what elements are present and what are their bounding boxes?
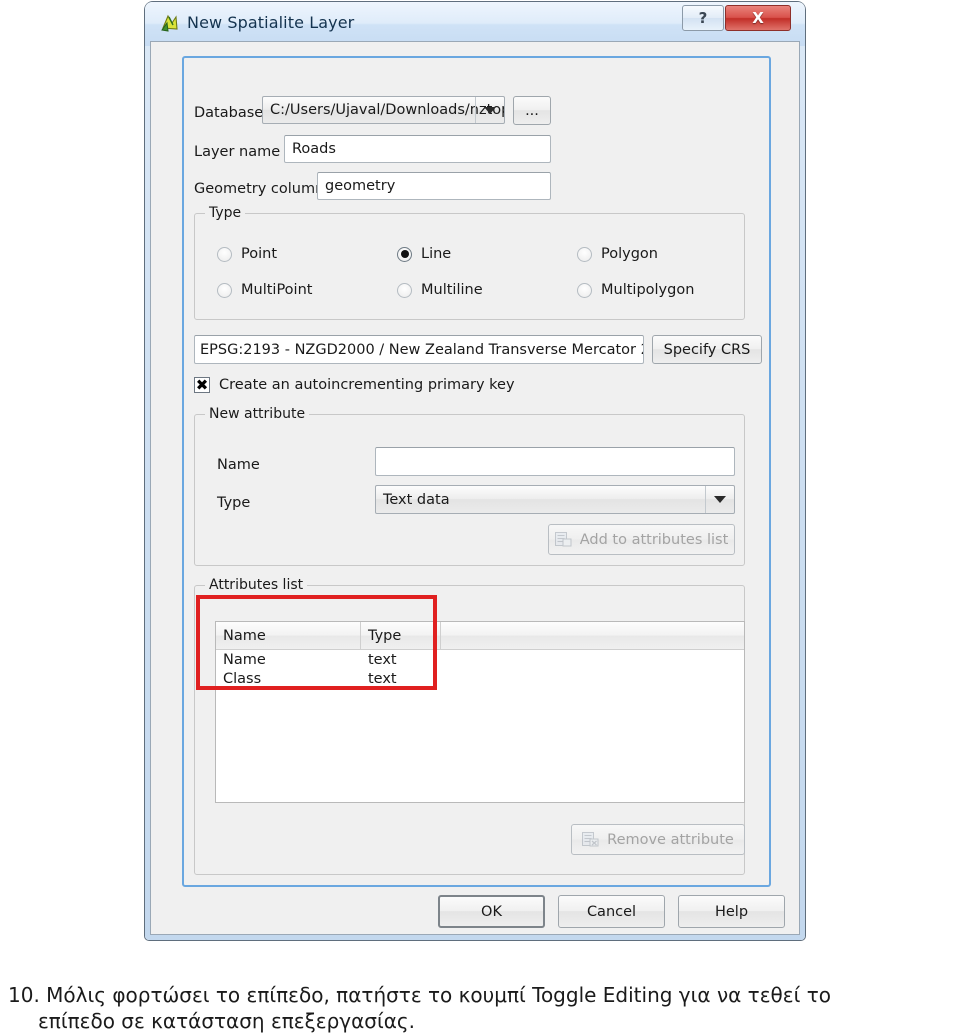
database-value: C:/Users/Ujaval/Downloads/nztopo.sqlite: [270, 102, 504, 118]
attributes-list-group: Attributes list Name Type Name text Clas…: [194, 577, 745, 875]
caption-number: 10.: [8, 983, 40, 1007]
column-header-name[interactable]: Name: [216, 622, 361, 649]
crs-display-field[interactable]: EPSG:2193 - NZGD2000 / New Zealand Trans…: [194, 335, 644, 364]
help-button[interactable]: Help: [678, 895, 785, 928]
caption-line-2: επίπεδο σε κατάσταση επεξεργασίας.: [38, 1008, 416, 1033]
radio-multipoint-label: MultiPoint: [241, 282, 313, 298]
new-attribute-group-title: New attribute: [205, 406, 310, 422]
layer-name-value: Roads: [292, 141, 336, 157]
dialog-title: New Spatialite Layer: [187, 13, 355, 32]
checkbox-box: ✖: [194, 375, 210, 394]
type-group-title: Type: [205, 205, 246, 221]
remove-attribute-icon: [582, 832, 599, 847]
dialog-body: Database C:/Users/Ujaval/Downloads/nztop…: [150, 41, 800, 935]
browse-database-button[interactable]: ...: [513, 96, 551, 125]
radio-polygon-row[interactable]: Polygon: [577, 246, 658, 262]
layer-name-label: Layer name: [194, 144, 281, 160]
attribute-type-label: Type: [217, 495, 251, 511]
radio-multipolygon-dot: [577, 282, 592, 298]
table-row[interactable]: Class text: [216, 669, 744, 688]
chevron-down-icon[interactable]: [475, 97, 504, 123]
radio-multipoint-row[interactable]: MultiPoint: [217, 282, 312, 298]
caption-line-1: Μόλις φορτώσει το επίπεδο, πατήστε το κο…: [46, 983, 831, 1007]
caption-text: 10. Μόλις φορτώσει το επίπεδο, πατήστε τ…: [8, 983, 952, 1034]
chevron-down-icon[interactable]: [705, 486, 734, 513]
attributes-table[interactable]: Name Type Name text Class text: [215, 621, 745, 803]
column-header-blank[interactable]: [441, 622, 744, 649]
remove-attribute-label: Remove attribute: [607, 831, 734, 848]
ok-button[interactable]: OK: [438, 895, 545, 928]
dialog-titlebar[interactable]: New Spatialite Layer ? X: [145, 2, 805, 46]
cell-type: text: [368, 670, 397, 687]
radio-multipoint-dot: [217, 282, 232, 298]
radio-multipolygon-row[interactable]: Multipolygon: [577, 282, 694, 298]
geometry-column-input[interactable]: geometry: [317, 172, 551, 200]
geometry-column-label: Geometry column: [194, 181, 325, 197]
layer-name-input[interactable]: Roads: [284, 135, 551, 163]
database-label: Database: [194, 105, 264, 121]
cell-type: text: [368, 651, 397, 668]
crs-value: EPSG:2193 - NZGD2000 / New Zealand Trans…: [200, 341, 644, 358]
specify-crs-button[interactable]: Specify CRS: [652, 335, 762, 364]
dialog-content-panel: Database C:/Users/Ujaval/Downloads/nztop…: [182, 56, 771, 887]
database-combo[interactable]: C:/Users/Ujaval/Downloads/nztopo.sqlite: [262, 96, 505, 124]
radio-multiline-row[interactable]: Multiline: [397, 282, 483, 298]
attribute-name-label: Name: [217, 457, 260, 473]
cell-name: Class: [223, 670, 262, 687]
cell-name: Name: [223, 651, 266, 668]
radio-line-dot: [397, 246, 412, 262]
attribute-name-input[interactable]: [375, 447, 735, 476]
radio-point-label: Point: [241, 246, 278, 262]
attribute-type-combo[interactable]: Text data: [375, 485, 735, 514]
geometry-column-value: geometry: [325, 178, 396, 194]
autoincrement-primary-key-label: Create an autoincrementing primary key: [219, 377, 515, 393]
new-attribute-group: New attribute Name Type Text data Add to…: [194, 406, 745, 566]
attributes-list-group-title: Attributes list: [205, 577, 308, 593]
radio-line-label: Line: [421, 246, 452, 262]
radio-polygon-label: Polygon: [601, 246, 658, 262]
radio-line-row[interactable]: Line: [397, 246, 451, 262]
radio-polygon-dot: [577, 246, 592, 262]
new-spatialite-layer-dialog: New Spatialite Layer ? X Database C:/Use…: [145, 2, 805, 940]
add-to-attributes-list-label: Add to attributes list: [579, 531, 729, 548]
add-to-attributes-list-button[interactable]: Add to attributes list: [548, 524, 735, 555]
add-attribute-icon: [554, 532, 572, 547]
geometry-type-group: Type Point Line Polygon MultiPoint Multi…: [194, 205, 745, 320]
remove-attribute-button[interactable]: Remove attribute: [571, 824, 745, 855]
radio-point-row[interactable]: Point: [217, 246, 277, 262]
radio-multiline-dot: [397, 282, 412, 298]
radio-multiline-label: Multiline: [421, 282, 483, 298]
radio-point-dot: [217, 246, 232, 262]
table-row[interactable]: Name text: [216, 650, 744, 669]
table-header-row: Name Type: [216, 622, 744, 650]
titlebar-help-button[interactable]: ?: [682, 5, 724, 31]
close-icon[interactable]: X: [725, 5, 791, 31]
attribute-type-value: Text data: [383, 491, 450, 508]
cancel-button[interactable]: Cancel: [558, 895, 665, 928]
radio-multipolygon-label: Multipolygon: [601, 282, 695, 298]
autoincrement-primary-key-checkbox[interactable]: ✖ Create an autoincrementing primary key: [194, 377, 515, 393]
column-header-type[interactable]: Type: [361, 622, 441, 649]
qgis-layer-icon: [159, 12, 181, 34]
